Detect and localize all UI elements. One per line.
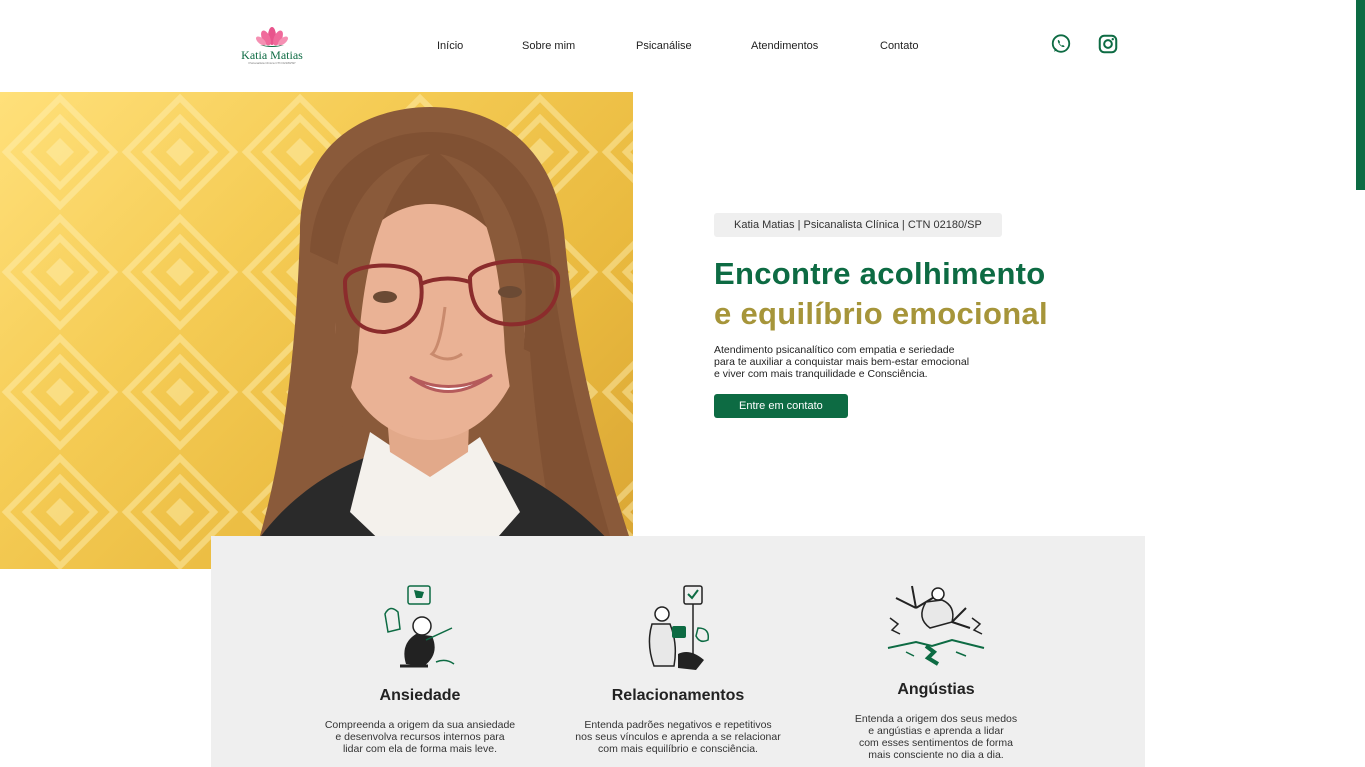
hero-content: Katia Matias | Psicanalista Clínica | CT…: [714, 213, 1134, 418]
hero-headline-line2: e equilíbrio emocional: [714, 296, 1048, 331]
page-scrollbar[interactable]: [1356, 0, 1365, 767]
site-header: Katia Matias Psicanalista Clínica CTN 02…: [0, 0, 1356, 92]
nav-item-psicanalise[interactable]: Psicanálise: [636, 40, 692, 52]
service-card-title: Ansiedade: [379, 687, 461, 704]
anxiety-illustration-icon: [384, 585, 455, 668]
hero-description: Atendimento psicanalítico com empatia e …: [714, 344, 999, 380]
service-card-description-line: e desenvolva recursos internos para: [335, 731, 505, 743]
page-scrollbar-thumb[interactable]: [1356, 0, 1365, 190]
anguish-illustration-icon: [887, 585, 985, 666]
service-card-description-line: com esses sentimentos de forma: [858, 737, 1014, 749]
service-card-description-line: e angústias e aprenda a lidar: [868, 725, 1004, 737]
service-card-description-line: Entenda padrões negativos e repetitivos: [584, 719, 772, 731]
instagram-icon: [1098, 34, 1118, 54]
service-card-relacionamentos[interactable]: Relacionamentos Entenda padrões negativo…: [567, 584, 789, 755]
hero-headline-line1: Encontre acolhimento: [714, 256, 1046, 291]
hero-description-line: para te auxiliar a conquistar mais bem-e…: [714, 356, 970, 368]
relationships-illustration-icon: [648, 585, 710, 670]
service-card-description: Entenda padrões negativos e repetitivos …: [567, 719, 789, 755]
service-card-description-line: lidar com ela de forma mais leve.: [342, 743, 498, 755]
service-card-description: Entenda a origem dos seus medos e angúst…: [825, 713, 1047, 761]
logo-name: Katia Matias: [241, 48, 303, 62]
instagram-link[interactable]: [1097, 33, 1119, 60]
service-card-description-line: Entenda a origem dos seus medos: [854, 713, 1018, 725]
contact-cta-button[interactable]: Entre em contato: [714, 394, 848, 418]
lotus-icon: [256, 27, 288, 47]
hero-description-line: Atendimento psicanalítico com empatia e …: [714, 344, 955, 356]
whatsapp-icon: [1051, 34, 1071, 53]
nav-item-contato[interactable]: Contato: [880, 40, 919, 52]
nav-item-inicio[interactable]: Início: [437, 40, 463, 52]
service-card-description: Compreenda a origem da sua ansiedade e d…: [309, 719, 531, 755]
service-card-title: Angústias: [897, 681, 975, 698]
whatsapp-link[interactable]: [1050, 33, 1072, 60]
service-card-description-line: Compreenda a origem da sua ansiedade: [324, 719, 516, 731]
service-card-angustias[interactable]: Angústias Entenda a origem dos seus medo…: [825, 578, 1047, 761]
nav-item-atendimentos[interactable]: Atendimentos: [751, 40, 818, 52]
service-card-description-line: nos seus vínculos e aprenda a se relacio…: [575, 731, 781, 743]
service-card-title: Relacionamentos: [611, 687, 745, 704]
site-logo[interactable]: Katia Matias Psicanalista Clínica CTN 02…: [237, 26, 307, 66]
service-card-description-line: mais consciente no dia a dia.: [868, 749, 1004, 761]
nav-item-sobre-mim[interactable]: Sobre mim: [522, 40, 575, 52]
psychoanalyst-portrait: [240, 107, 633, 569]
hero-description-line: e viver com mais tranquilidade e Consciê…: [714, 368, 928, 380]
hero-portrait-image: [0, 92, 633, 569]
service-card-ansiedade[interactable]: Ansiedade Compreenda a origem da sua ans…: [309, 584, 531, 755]
services-section: Ansiedade Compreenda a origem da sua ans…: [211, 536, 1145, 767]
credentials-badge: Katia Matias | Psicanalista Clínica | CT…: [714, 213, 1002, 237]
service-card-description-line: com mais equilíbrio e consciência.: [598, 743, 758, 755]
